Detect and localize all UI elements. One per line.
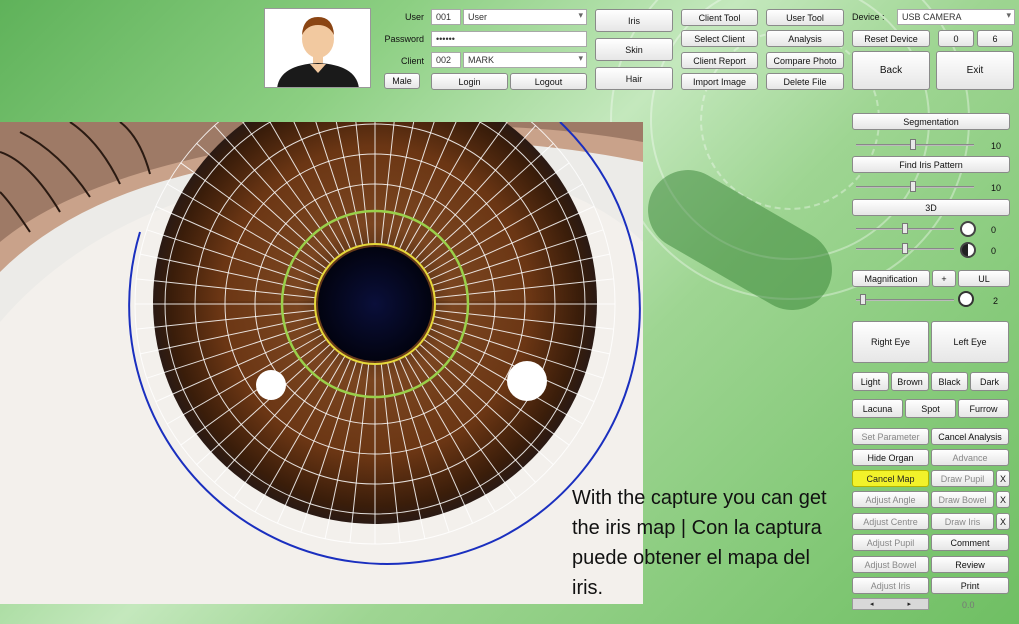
- lacuna-button[interactable]: Lacuna: [852, 399, 903, 418]
- panel-scrollbar[interactable]: ◂ ▸: [852, 598, 929, 610]
- device-counter-1[interactable]: 0: [938, 30, 974, 47]
- find-pattern-slider[interactable]: [856, 181, 974, 193]
- password-field[interactable]: ••••••: [431, 31, 587, 47]
- cancel-map-button[interactable]: Cancel Map: [852, 470, 929, 487]
- black-button[interactable]: Black: [931, 372, 968, 391]
- device-counter-2[interactable]: 6: [977, 30, 1013, 47]
- back-button[interactable]: Back: [852, 51, 930, 90]
- import-image-button[interactable]: Import Image: [681, 73, 758, 90]
- draw-iris-close-button[interactable]: X: [996, 513, 1010, 530]
- adjust-iris-button[interactable]: Adjust Iris: [852, 577, 929, 594]
- user-tool-button[interactable]: User Tool: [766, 9, 844, 26]
- segmentation-button[interactable]: Segmentation: [852, 113, 1010, 130]
- furrow-button[interactable]: Furrow: [958, 399, 1009, 418]
- draw-pupil-close-button[interactable]: X: [996, 470, 1010, 487]
- iris-image-view[interactable]: [0, 122, 643, 604]
- magnification-button[interactable]: Magnification: [852, 270, 930, 287]
- contrast-slider[interactable]: [856, 243, 954, 255]
- hide-organ-button[interactable]: Hide Organ: [852, 449, 929, 466]
- delete-file-button[interactable]: Delete File: [766, 73, 844, 90]
- reset-device-button[interactable]: Reset Device: [852, 30, 930, 47]
- analysis-button[interactable]: Analysis: [766, 30, 844, 47]
- segmentation-slider[interactable]: [856, 139, 974, 151]
- client-label: Client: [400, 56, 424, 66]
- contrast-icon: [960, 242, 976, 258]
- left-eye-button[interactable]: Left Eye: [931, 321, 1009, 363]
- hair-mode-button[interactable]: Hair: [595, 67, 673, 90]
- dark-button[interactable]: Dark: [970, 372, 1009, 391]
- spot-button[interactable]: Spot: [905, 399, 956, 418]
- client-id-field[interactable]: 002: [431, 52, 461, 68]
- comment-button[interactable]: Comment: [931, 534, 1009, 551]
- brightness-value: 0: [991, 225, 997, 235]
- user-label: User: [404, 12, 424, 22]
- advance-button[interactable]: Advance: [931, 449, 1009, 466]
- client-select[interactable]: MARK: [463, 52, 587, 68]
- adjust-pupil-button[interactable]: Adjust Pupil: [852, 534, 929, 551]
- logout-button[interactable]: Logout: [510, 73, 587, 90]
- avatar: [264, 8, 371, 88]
- adjust-centre-button[interactable]: Adjust Centre: [852, 513, 929, 530]
- find-iris-pattern-button[interactable]: Find Iris Pattern: [852, 156, 1010, 173]
- ul-button[interactable]: UL: [958, 270, 1010, 287]
- magnification-value: 2: [993, 296, 999, 306]
- adjust-bowel-button[interactable]: Adjust Bowel: [852, 556, 929, 573]
- device-label: Device :: [852, 12, 885, 22]
- compare-photo-button[interactable]: Compare Photo: [766, 52, 844, 69]
- password-label: Password: [384, 34, 424, 44]
- scroll-right-icon[interactable]: ▸: [907, 600, 911, 608]
- cancel-analysis-button[interactable]: Cancel Analysis: [931, 428, 1009, 445]
- magnify-plus-button[interactable]: +: [932, 270, 956, 287]
- client-report-button[interactable]: Client Report: [681, 52, 758, 69]
- review-button[interactable]: Review: [931, 556, 1009, 573]
- brightness-slider[interactable]: [856, 223, 954, 235]
- draw-pupil-button[interactable]: Draw Pupil: [931, 470, 994, 487]
- draw-iris-button[interactable]: Draw Iris: [931, 513, 994, 530]
- caption-text: With the capture you can get the iris ma…: [572, 487, 827, 599]
- draw-bowel-close-button[interactable]: X: [996, 491, 1010, 508]
- gender-button[interactable]: Male: [384, 73, 420, 89]
- select-client-button[interactable]: Select Client: [681, 30, 758, 47]
- segmentation-value: 10: [991, 141, 1002, 151]
- skin-mode-button[interactable]: Skin: [595, 38, 673, 61]
- iris-mode-button[interactable]: Iris: [595, 9, 673, 32]
- draw-bowel-button[interactable]: Draw Bowel: [931, 491, 994, 508]
- light-button[interactable]: Light: [852, 372, 889, 391]
- set-parameter-button[interactable]: Set Parameter: [852, 428, 929, 445]
- device-select[interactable]: USB CAMERA: [897, 9, 1015, 25]
- contrast-value: 0: [991, 246, 997, 256]
- scroll-value: 0.0: [962, 600, 975, 610]
- exit-button[interactable]: Exit: [936, 51, 1014, 90]
- print-button[interactable]: Print: [931, 577, 1009, 594]
- adjust-angle-button[interactable]: Adjust Angle: [852, 491, 929, 508]
- magnifier-icon: [958, 291, 974, 307]
- magnification-slider[interactable]: [856, 294, 954, 306]
- client-tool-button[interactable]: Client Tool: [681, 9, 758, 26]
- brightness-icon: [960, 221, 976, 237]
- 3d-button[interactable]: 3D: [852, 199, 1010, 216]
- login-button[interactable]: Login: [431, 73, 508, 90]
- user-id-field[interactable]: 001: [431, 9, 461, 25]
- find-pattern-value: 10: [991, 183, 1002, 193]
- user-select[interactable]: User: [463, 9, 587, 25]
- brown-button[interactable]: Brown: [891, 372, 929, 391]
- scroll-left-icon[interactable]: ◂: [870, 600, 874, 608]
- right-eye-button[interactable]: Right Eye: [852, 321, 929, 363]
